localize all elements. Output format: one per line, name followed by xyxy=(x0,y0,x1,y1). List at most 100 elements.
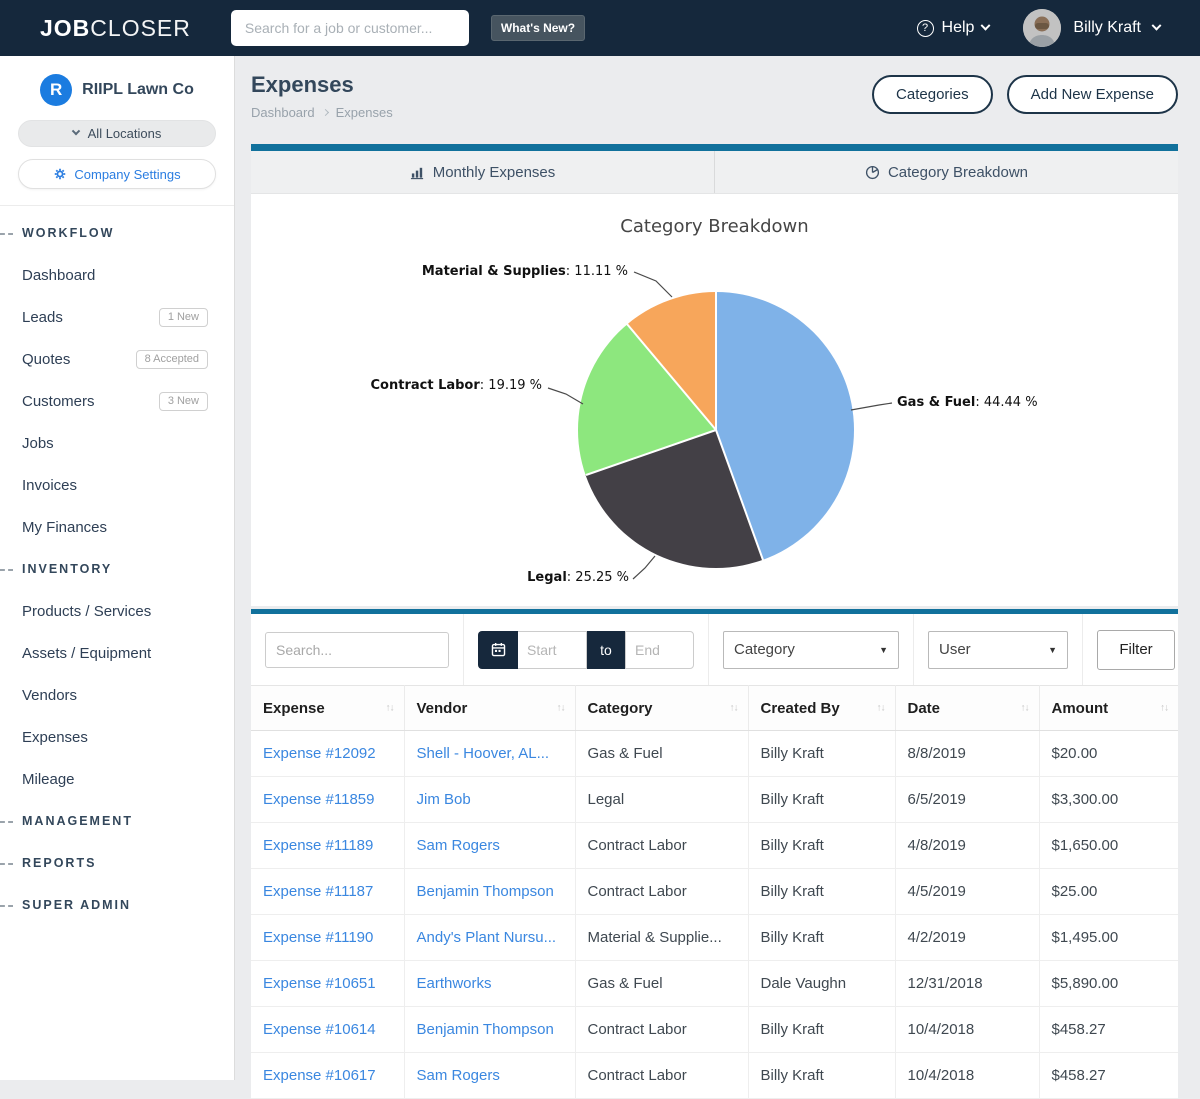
select-arrow-icon: ▼ xyxy=(879,645,888,655)
vendor-link[interactable]: Earthworks xyxy=(417,975,492,992)
sidebar-item-products-services[interactable]: Products / Services xyxy=(0,590,234,632)
sidebar-item-vendors[interactable]: Vendors xyxy=(0,674,234,716)
categories-button[interactable]: Categories xyxy=(872,75,993,114)
column-header-date[interactable]: Date↑↓ xyxy=(895,686,1039,731)
sidebar-item-jobs[interactable]: Jobs xyxy=(0,422,234,464)
expense-cell: Expense #10614 xyxy=(251,1007,404,1053)
expense-cell: Expense #11189 xyxy=(251,823,404,869)
category-cell: Legal xyxy=(575,777,748,823)
sidebar-item-expenses[interactable]: Expenses xyxy=(0,716,234,758)
column-header-expense[interactable]: Expense↑↓ xyxy=(251,686,404,731)
amount-cell: $458.27 xyxy=(1039,1007,1178,1053)
tab-category-breakdown[interactable]: Category Breakdown xyxy=(714,151,1178,193)
column-header-amount[interactable]: Amount↑↓ xyxy=(1039,686,1178,731)
page-title: Expenses xyxy=(251,72,354,98)
gear-icon xyxy=(53,167,67,181)
vendor-cell: Earthworks xyxy=(404,961,575,1007)
pie-chart xyxy=(578,292,854,568)
add-new-expense-button[interactable]: Add New Expense xyxy=(1007,75,1178,114)
date-cell: 4/2/2019 xyxy=(895,915,1039,961)
breadcrumb-current: Expenses xyxy=(336,105,393,120)
sort-icon: ↑↓ xyxy=(877,703,885,714)
section-management[interactable]: MANAGEMENT xyxy=(0,800,234,842)
date-cell: 4/8/2019 xyxy=(895,823,1039,869)
column-header-vendor[interactable]: Vendor↑↓ xyxy=(404,686,575,731)
sort-icon: ↑↓ xyxy=(1160,703,1168,714)
date-cell: 4/5/2019 xyxy=(895,869,1039,915)
table-search-input[interactable] xyxy=(265,632,449,668)
expense-cell: Expense #11187 xyxy=(251,869,404,915)
user-select[interactable]: User ▼ xyxy=(928,631,1068,669)
vendor-link[interactable]: Benjamin Thompson xyxy=(417,1021,554,1038)
select-arrow-icon: ▼ xyxy=(1048,645,1057,655)
sidebar-item-mileage[interactable]: Mileage xyxy=(0,758,234,800)
date-cell: 10/4/2018 xyxy=(895,1053,1039,1099)
sidebar-item-dashboard[interactable]: Dashboard xyxy=(0,254,234,296)
vendor-link[interactable]: Benjamin Thompson xyxy=(417,883,554,900)
sidebar-item-customers[interactable]: Customers 3 New xyxy=(0,380,234,422)
date-end-input[interactable] xyxy=(625,631,694,669)
vendor-link[interactable]: Andy's Plant Nursu... xyxy=(417,929,557,946)
sidebar-item-my-finances[interactable]: My Finances xyxy=(0,506,234,548)
category-select[interactable]: Category ▼ xyxy=(723,631,899,669)
avatar[interactable] xyxy=(1023,9,1061,47)
date-cell: 6/5/2019 xyxy=(895,777,1039,823)
expense-link[interactable]: Expense #11189 xyxy=(263,837,373,854)
section-inventory: INVENTORY xyxy=(0,562,112,576)
category-cell: Contract Labor xyxy=(575,869,748,915)
avatar-image xyxy=(1023,9,1061,47)
section-reports[interactable]: REPORTS xyxy=(0,842,234,884)
expense-link[interactable]: Expense #11190 xyxy=(263,929,373,946)
expense-link[interactable]: Expense #11187 xyxy=(263,883,373,900)
expense-link[interactable]: Expense #11859 xyxy=(263,791,374,808)
user-menu[interactable]: Billy Kraft xyxy=(1023,9,1160,47)
column-header-created-by[interactable]: Created By↑↓ xyxy=(748,686,895,731)
help-menu[interactable]: ? Help xyxy=(917,19,990,37)
date-start-input[interactable] xyxy=(518,631,587,669)
created-by-cell: Billy Kraft xyxy=(748,1053,895,1099)
created-by-cell: Billy Kraft xyxy=(748,915,895,961)
calendar-button[interactable] xyxy=(478,631,518,669)
leads-badge: 1 New xyxy=(159,308,208,327)
expense-table-body: Expense #12092 Shell - Hoover, AL... Gas &… xyxy=(251,731,1178,1099)
created-by-cell: Billy Kraft xyxy=(748,823,895,869)
vendor-cell: Sam Rogers xyxy=(404,1053,575,1099)
amount-cell: $3,300.00 xyxy=(1039,777,1178,823)
locations-dropdown[interactable]: All Locations xyxy=(18,120,216,147)
sidebar-nav: WORKFLOW Dashboard Leads 1 New Quotes 8 … xyxy=(0,206,234,926)
expense-link[interactable]: Expense #10617 xyxy=(263,1067,376,1084)
table-row: Expense #12092Shell - Hoover, AL...Gas &… xyxy=(251,731,1178,777)
quotes-badge: 8 Accepted xyxy=(136,350,208,369)
sort-icon: ↑↓ xyxy=(386,703,394,714)
company-logo: R xyxy=(40,74,72,106)
expense-link[interactable]: Expense #12092 xyxy=(263,745,376,762)
vendor-link[interactable]: Jim Bob xyxy=(417,791,471,808)
vendor-cell: Jim Bob xyxy=(404,777,575,823)
calendar-icon xyxy=(490,641,507,658)
expense-link[interactable]: Expense #10651 xyxy=(263,975,376,992)
help-label: Help xyxy=(942,19,975,37)
sidebar-item-leads[interactable]: Leads 1 New xyxy=(0,296,234,338)
company-settings-button[interactable]: Company Settings xyxy=(18,159,216,189)
filter-button[interactable]: Filter xyxy=(1097,630,1175,670)
tab-monthly-expenses[interactable]: Monthly Expenses xyxy=(251,151,714,193)
sidebar-item-assets-equipment[interactable]: Assets / Equipment xyxy=(0,632,234,674)
category-cell: Gas & Fuel xyxy=(575,961,748,1007)
section-super-admin[interactable]: SUPER ADMIN xyxy=(0,884,234,926)
vendor-link[interactable]: Sam Rogers xyxy=(417,1067,500,1084)
vendor-link[interactable]: Shell - Hoover, AL... xyxy=(417,745,550,762)
sidebar-item-invoices[interactable]: Invoices xyxy=(0,464,234,506)
app-logo[interactable]: JOBCLOSER xyxy=(40,15,191,42)
vendor-link[interactable]: Sam Rogers xyxy=(417,837,500,854)
locations-label: All Locations xyxy=(88,126,162,141)
whats-new-button[interactable]: What's New? xyxy=(491,15,585,41)
created-by-cell: Dale Vaughn xyxy=(748,961,895,1007)
breadcrumb-dashboard[interactable]: Dashboard xyxy=(251,105,315,120)
expense-link[interactable]: Expense #10614 xyxy=(263,1021,376,1038)
top-navbar: JOBCLOSER What's New? ? Help Billy Kraft xyxy=(0,0,1200,56)
sidebar-item-quotes[interactable]: Quotes 8 Accepted xyxy=(0,338,234,380)
amount-cell: $458.27 xyxy=(1039,1053,1178,1099)
global-search-input[interactable] xyxy=(231,10,469,46)
category-cell: Contract Labor xyxy=(575,1053,748,1099)
column-header-category[interactable]: Category↑↓ xyxy=(575,686,748,731)
